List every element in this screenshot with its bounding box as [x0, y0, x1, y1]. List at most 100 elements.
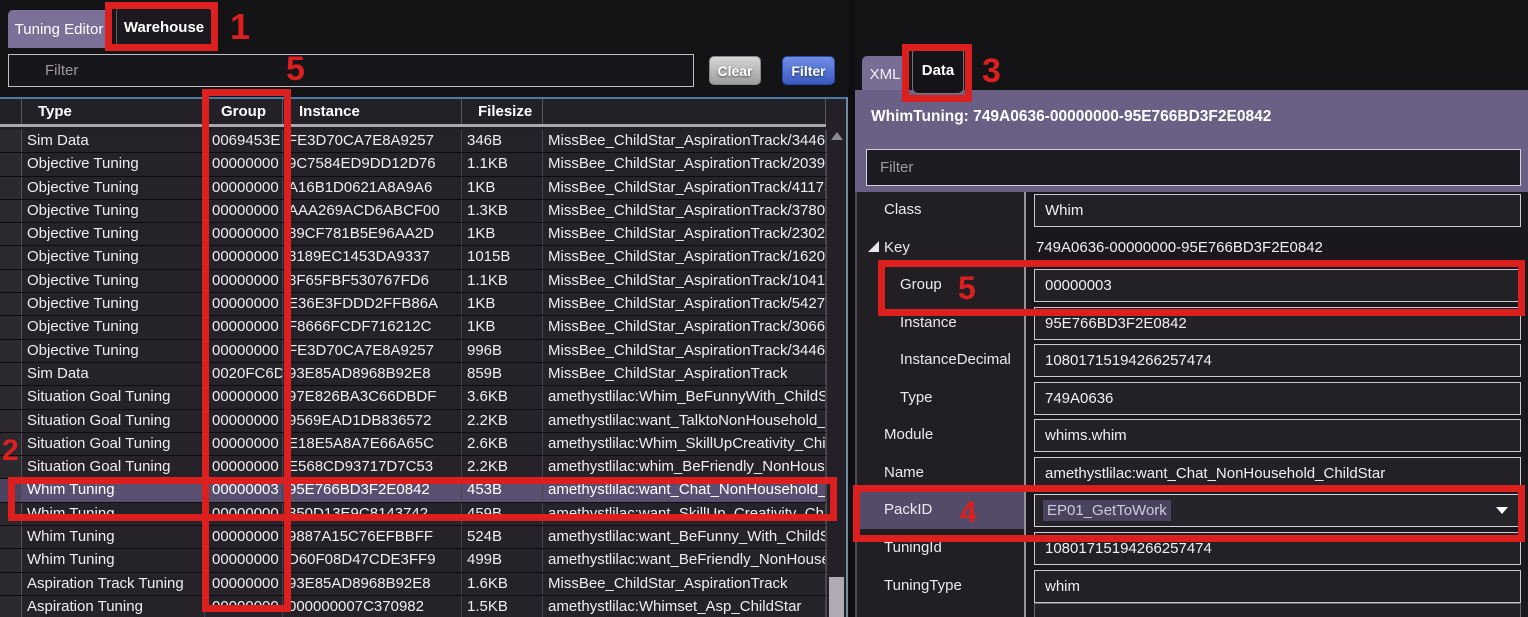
cell-filesize[interactable]: 1.1KB	[462, 153, 543, 175]
cell-rowhdr[interactable]	[0, 130, 22, 152]
cell-group[interactable]: 00000000	[205, 410, 283, 432]
cell-name[interactable]: MissBee_ChildStar_AspirationTrack	[543, 363, 826, 385]
packid-dropdown[interactable]: EP01_GetToWork	[1034, 494, 1521, 527]
cell-name[interactable]: MissBee_ChildStar_AspirationTrack/162061	[543, 246, 826, 268]
cell-group[interactable]: 00000000	[205, 549, 283, 571]
cell-rowhdr[interactable]	[0, 153, 22, 175]
cell-type[interactable]: Whim Tuning	[22, 479, 205, 501]
cell-instance[interactable]: E568CD93717D7C53	[283, 456, 462, 478]
cell-group[interactable]: 00000000	[205, 270, 283, 292]
cell-instance[interactable]: A16B1D0621A8A9A6	[283, 177, 462, 199]
cell-filesize[interactable]: 453B	[462, 479, 543, 501]
table-row[interactable]: Objective Tuning000000008F65FBF530767FD6…	[0, 270, 826, 293]
cell-group[interactable]: 00000000	[205, 200, 283, 222]
cell-filesize[interactable]: 2.2KB	[462, 410, 543, 432]
table-row[interactable]: Whim Tuning00000000D60F08D47CDE3FF9499Ba…	[0, 549, 826, 572]
cell-rowhdr[interactable]	[0, 316, 22, 338]
cell-rowhdr[interactable]	[0, 479, 22, 501]
cell-filesize[interactable]: 1KB	[462, 223, 543, 245]
column-header-filesize[interactable]: Filesize	[462, 99, 543, 124]
cell-type[interactable]: Objective Tuning	[22, 223, 205, 245]
cell-group[interactable]: 0069453E	[205, 130, 283, 152]
table-row[interactable]: Whim Tuning0000000395E766BD3F2E0842453Ba…	[0, 479, 826, 502]
property-value-group[interactable]	[1034, 269, 1521, 302]
cell-type[interactable]: Objective Tuning	[22, 246, 205, 268]
tab-data[interactable]: Data	[912, 47, 964, 94]
cell-filesize[interactable]: 499B	[462, 549, 543, 571]
cell-filesize[interactable]: 2.2KB	[462, 456, 543, 478]
table-row[interactable]: Objective Tuning0000000089CF781B5E96AA2D…	[0, 223, 826, 246]
table-row[interactable]: Objective Tuning00000000F8666FCDF716212C…	[0, 316, 826, 339]
cell-rowhdr[interactable]	[0, 549, 22, 571]
scroll-up-icon[interactable]	[831, 132, 843, 140]
cell-instance[interactable]: 89CF781B5E96AA2D	[283, 223, 462, 245]
cell-rowhdr[interactable]	[0, 386, 22, 408]
cell-instance[interactable]: AAA269ACD6ABCF00	[283, 200, 462, 222]
property-value-module[interactable]	[1034, 419, 1521, 452]
cell-filesize[interactable]: 1KB	[462, 316, 543, 338]
cell-instance[interactable]: E36E3FDDD2FFB86A	[283, 293, 462, 315]
cell-name[interactable]: amethystlilac:want_SkillUp_Creativity_Ch…	[543, 503, 826, 525]
cell-filesize[interactable]: 3.6KB	[462, 386, 543, 408]
cell-filesize[interactable]: 1.1KB	[462, 270, 543, 292]
cell-group[interactable]: 00000000	[205, 293, 283, 315]
cell-instance[interactable]: 9C7584ED9DD12D76	[283, 153, 462, 175]
cell-filesize[interactable]: 2.6KB	[462, 433, 543, 455]
cell-name[interactable]: MissBee_ChildStar_AspirationTrack/411734	[543, 177, 826, 199]
cell-filesize[interactable]: 1015B	[462, 246, 543, 268]
cell-name[interactable]: MissBee_ChildStar_AspirationTrack/306602	[543, 316, 826, 338]
cell-filesize[interactable]: 346B	[462, 130, 543, 152]
column-header-group[interactable]: Group	[205, 99, 283, 124]
cell-group[interactable]: 0020FC6D	[205, 363, 283, 385]
cell-name[interactable]: MissBee_ChildStar_AspirationTrack/203920	[543, 153, 826, 175]
table-row[interactable]: Situation Goal Tuning00000000E18E5A8A7E6…	[0, 433, 826, 456]
table-row[interactable]: Sim Data0020FC6D93E85AD8968B92E8859BMiss…	[0, 363, 826, 386]
cell-name[interactable]: MissBee_ChildStar_AspirationTrack/344682	[543, 340, 826, 362]
cell-group[interactable]: 00000000	[205, 456, 283, 478]
cell-rowhdr[interactable]	[0, 200, 22, 222]
cell-type[interactable]: Whim Tuning	[22, 526, 205, 548]
filter-button[interactable]: Filter	[782, 56, 835, 85]
clear-button[interactable]: Clear	[709, 56, 761, 85]
cell-filesize[interactable]: 1.6KB	[462, 573, 543, 595]
cell-instance[interactable]: F8666FCDF716212C	[283, 316, 462, 338]
cell-group[interactable]: 00000000	[205, 223, 283, 245]
table-row[interactable]: Situation Goal Tuning00000000E568CD93717…	[0, 456, 826, 479]
cell-type[interactable]: Aspiration Tuning	[22, 596, 205, 617]
cell-type[interactable]: Objective Tuning	[22, 153, 205, 175]
cell-group[interactable]: 00000000	[205, 316, 283, 338]
cell-type[interactable]: Objective Tuning	[22, 316, 205, 338]
table-row[interactable]: Situation Goal Tuning0000000097E826BA3C6…	[0, 386, 826, 409]
key-expander-icon[interactable]	[868, 241, 879, 252]
property-value-tuningid[interactable]	[1034, 532, 1521, 565]
table-row[interactable]: Objective Tuning00000000A16B1D0621A8A9A6…	[0, 177, 826, 200]
table-row[interactable]: Whim Tuning00000000850D13E9C8143742459Ba…	[0, 503, 826, 526]
cell-type[interactable]: Situation Goal Tuning	[22, 410, 205, 432]
property-value-name[interactable]	[1034, 457, 1521, 490]
cell-name[interactable]: amethystlilac:want_BeFunny_With_ChildSta	[543, 526, 826, 548]
data-filter-input[interactable]	[866, 149, 1521, 186]
property-value-instance[interactable]	[1034, 307, 1521, 340]
tab-warehouse[interactable]: Warehouse	[116, 7, 212, 48]
cell-group[interactable]: 00000000	[205, 503, 283, 525]
cell-filesize[interactable]: 1KB	[462, 177, 543, 199]
cell-group[interactable]: 00000000	[205, 386, 283, 408]
cell-name[interactable]: MissBee_ChildStar_AspirationTrack/230276	[543, 223, 826, 245]
cell-instance[interactable]: FE3D70CA7E8A9257	[283, 340, 462, 362]
cell-name[interactable]: amethystlilac:Whimset_Asp_ChildStar	[543, 596, 826, 617]
table-row[interactable]: Aspiration Track Tuning0000000093E85AD89…	[0, 573, 826, 596]
cell-type[interactable]: Objective Tuning	[22, 270, 205, 292]
cell-rowhdr[interactable]	[0, 596, 22, 617]
cell-rowhdr[interactable]	[0, 246, 22, 268]
cell-rowhdr[interactable]	[0, 456, 22, 478]
cell-instance[interactable]: 8F65FBF530767FD6	[283, 270, 462, 292]
cell-group[interactable]: 00000000	[205, 596, 283, 617]
property-value-tuningtype[interactable]	[1034, 570, 1521, 603]
property-value-instancedecimal[interactable]	[1034, 344, 1521, 377]
cell-group[interactable]: 00000000	[205, 246, 283, 268]
cell-rowhdr[interactable]	[0, 526, 22, 548]
table-row[interactable]: Sim Data0069453EFE3D70CA7E8A9257346BMiss…	[0, 130, 826, 153]
cell-name[interactable]: amethystlilac:want_Chat_NonHousehold_C	[543, 479, 826, 501]
cell-name[interactable]: amethystlilac:whim_BeFriendly_NonHouseh	[543, 456, 826, 478]
table-row[interactable]: Objective Tuning000000009C7584ED9DD12D76…	[0, 153, 826, 176]
